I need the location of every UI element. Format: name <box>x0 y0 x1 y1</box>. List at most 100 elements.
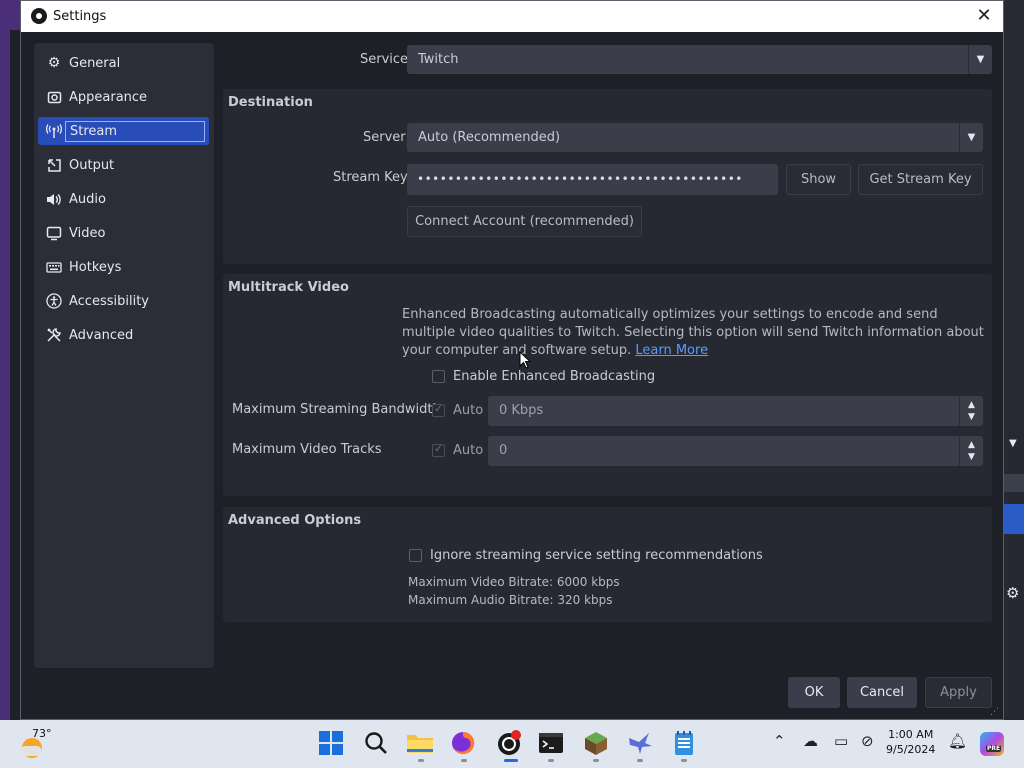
background-selected-item <box>1003 504 1024 534</box>
bandwidth-value: 0 Kbps <box>499 403 544 418</box>
window-title: Settings <box>53 9 107 24</box>
service-label: Service <box>360 52 409 67</box>
obs-logo-icon <box>31 8 47 24</box>
enhanced-broadcasting-description: Enhanced Broadcasting automatically opti… <box>402 306 987 360</box>
firefox-icon[interactable] <box>450 730 476 756</box>
running-indicator <box>681 759 687 762</box>
mouse-cursor-icon <box>519 351 531 369</box>
sidebar-item-accessibility[interactable]: Accessibility <box>38 287 209 315</box>
tracks-value: 0 <box>499 443 508 458</box>
keyboard-icon <box>46 259 62 275</box>
sidebar-item-stream[interactable]: Stream <box>38 117 209 145</box>
settings-sidebar: ⚙ General Appearance Stream Output Audio… <box>34 43 214 668</box>
ok-button[interactable]: OK <box>788 677 840 708</box>
appearance-icon <box>46 89 62 105</box>
multitrack-title: Multitrack Video <box>228 280 349 295</box>
bandwidth-label: Maximum Streaming Bandwidth <box>232 402 441 417</box>
settings-dialog: Settings ✕ ⚙ General Appearance Stream O… <box>20 0 1004 720</box>
apply-button[interactable]: Apply <box>925 677 992 708</box>
output-icon <box>46 157 62 173</box>
advanced-options-title: Advanced Options <box>228 513 362 528</box>
temperature: 73° <box>32 727 52 740</box>
service-value: Twitch <box>418 52 459 67</box>
sidebar-item-advanced[interactable]: Advanced <box>38 321 209 349</box>
sidebar-item-label: Appearance <box>69 89 148 105</box>
cancel-button[interactable]: Cancel <box>847 677 917 708</box>
system-clock[interactable]: 1:00 AM 9/5/2024 <box>886 727 935 757</box>
antenna-icon <box>46 123 62 139</box>
enable-enhanced-broadcasting-checkbox[interactable] <box>432 370 445 383</box>
chevron-down-icon: ▼ <box>959 123 983 152</box>
bandwidth-auto-checkbox[interactable] <box>432 402 445 417</box>
multitrack-video-group: Multitrack Video Enhanced Broadcasting a… <box>223 274 992 496</box>
destination-group: Destination Server Auto (Recommended) ▼ … <box>223 89 992 264</box>
sidebar-item-general[interactable]: ⚙ General <box>38 49 209 77</box>
destination-title: Destination <box>228 95 313 110</box>
gear-icon[interactable]: ⚙ <box>1006 584 1019 602</box>
show-key-button[interactable]: Show <box>786 164 851 195</box>
bandwidth-spinbox[interactable]: 0 Kbps ▲ ▼ <box>488 396 983 426</box>
server-dropdown[interactable]: Auto (Recommended) ▼ <box>407 123 983 152</box>
search-icon[interactable] <box>363 730 389 756</box>
sidebar-item-label: Output <box>69 157 115 173</box>
stream-key-input[interactable]: ••••••••••••••••••••••••••••••••••••••••… <box>407 164 778 195</box>
terminal-icon[interactable] <box>538 730 564 756</box>
video-tracks-spinbox[interactable]: 0 ▲ ▼ <box>488 436 983 466</box>
sidebar-item-output[interactable]: Output <box>38 151 209 179</box>
tracks-auto-checkbox[interactable] <box>432 442 445 457</box>
accessibility-icon <box>46 293 62 309</box>
display-icon[interactable]: ▭ <box>834 732 848 750</box>
minecraft-icon[interactable] <box>583 730 609 756</box>
sidebar-item-appearance[interactable]: Appearance <box>38 83 209 111</box>
weather-cloud-icon <box>20 746 42 756</box>
running-indicator <box>461 759 467 762</box>
onedrive-icon[interactable]: ☁ <box>803 732 818 750</box>
obs-studio-icon[interactable] <box>496 730 522 756</box>
ignore-recommendations-checkbox[interactable] <box>409 549 422 562</box>
weather-widget[interactable]: 73° <box>20 727 52 760</box>
chevron-down-icon: ▼ <box>968 45 992 74</box>
sidebar-item-audio[interactable]: Audio <box>38 185 209 213</box>
stepper-arrows-icon[interactable]: ▲ ▼ <box>959 396 983 426</box>
running-indicator <box>548 759 554 762</box>
notepad-icon[interactable] <box>671 730 697 756</box>
active-indicator <box>504 759 518 762</box>
background-left-panel <box>0 0 22 720</box>
ignore-recommendations-label: Ignore streaming service setting recomme… <box>430 548 763 563</box>
windows-start-icon[interactable] <box>318 730 344 756</box>
background-right-panel: ▼ ⚙ <box>1003 430 1024 720</box>
sidebar-item-label: Audio <box>69 191 106 207</box>
connect-account-button[interactable]: Connect Account (recommended) <box>407 206 642 237</box>
running-indicator <box>418 759 424 762</box>
stepper-arrows-icon[interactable]: ▲ ▼ <box>959 436 983 466</box>
background-item <box>1003 474 1024 492</box>
copilot-pre-badge: PRE <box>986 745 1002 752</box>
notification-bell-icon[interactable]: 🔔︎ <box>948 732 967 750</box>
clock-date: 9/5/2024 <box>886 743 936 756</box>
gear-icon: ⚙ <box>47 55 61 71</box>
file-explorer-icon[interactable] <box>406 730 433 756</box>
sidebar-item-video[interactable]: Video <box>38 219 209 247</box>
resize-grip-icon[interactable]: ⋰ <box>990 707 999 717</box>
copilot-icon[interactable]: PRE <box>980 732 1004 756</box>
get-stream-key-button[interactable]: Get Stream Key <box>858 164 983 195</box>
running-indicator <box>593 759 599 762</box>
stream-key-label: Stream Key <box>333 170 408 185</box>
network-icon[interactable]: ⊘ <box>861 732 874 750</box>
clock-time: 1:00 AM <box>888 728 934 741</box>
sidebar-item-hotkeys[interactable]: Hotkeys <box>38 253 209 281</box>
server-label: Server <box>363 130 406 145</box>
video-tracks-label: Maximum Video Tracks <box>232 442 382 457</box>
close-icon[interactable]: ✕ <box>973 5 995 27</box>
sidebar-item-label: Stream <box>65 120 205 142</box>
show-hidden-icons-chevron-icon[interactable]: ⌃ <box>773 732 786 750</box>
bird-app-icon[interactable] <box>627 730 653 756</box>
monitor-icon <box>46 225 62 241</box>
bandwidth-auto-label: Auto <box>453 403 484 418</box>
sidebar-item-label: Hotkeys <box>69 259 122 275</box>
sidebar-item-label: Video <box>69 225 106 241</box>
chevron-down-icon[interactable]: ▼ <box>1009 438 1017 449</box>
service-dropdown[interactable]: Twitch ▼ <box>407 45 992 74</box>
sidebar-item-label: General <box>69 55 121 71</box>
learn-more-link[interactable]: Learn More <box>635 343 708 358</box>
